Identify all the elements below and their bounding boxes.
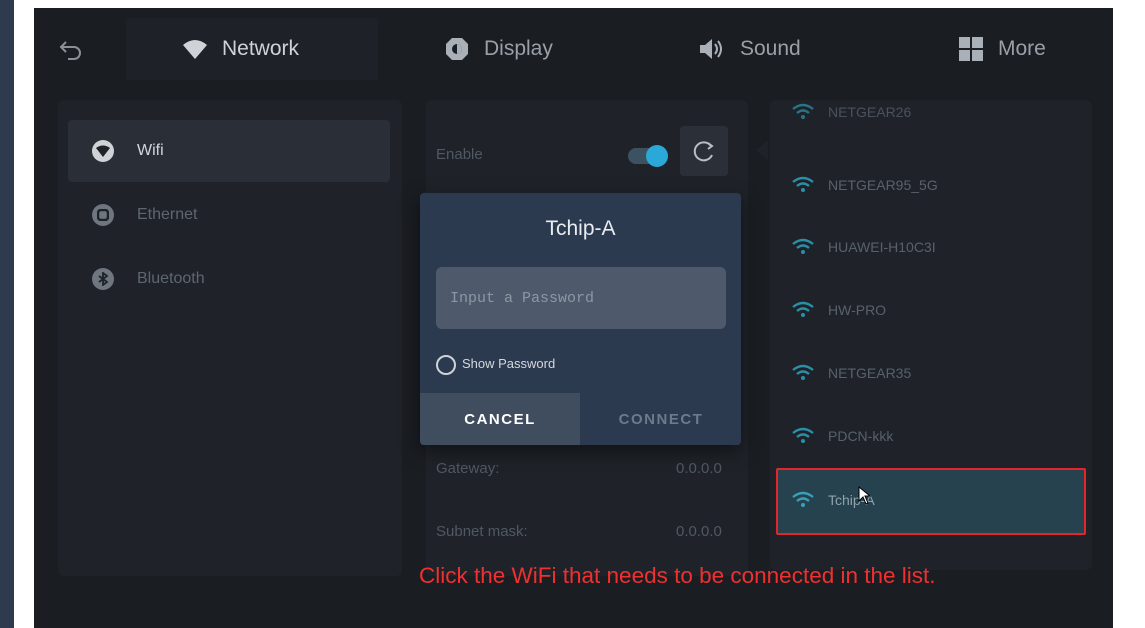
- connect-button[interactable]: CONNECT: [581, 393, 741, 445]
- wifi-ssid: NETGEAR35: [828, 365, 912, 381]
- wifi-list-item[interactable]: NETGEAR26: [774, 92, 1094, 132]
- grid-icon: [959, 37, 983, 61]
- wifi-ssid: PDCN-kkk: [828, 428, 894, 444]
- toggle-knob: [646, 145, 668, 167]
- wifi-ssid: NETGEAR26: [828, 104, 912, 120]
- tab-sound[interactable]: Sound: [696, 18, 801, 80]
- wifi-list-item[interactable]: PDCN-kkk: [774, 405, 1094, 467]
- speaker-icon: [700, 39, 722, 59]
- left-edge-strip: [0, 0, 14, 628]
- wifi-icon: [183, 40, 207, 59]
- tab-display[interactable]: Display: [444, 18, 553, 80]
- back-arrow-icon: [59, 41, 81, 60]
- top-tab-bar: Network Display Sound More: [34, 8, 1113, 88]
- tab-network[interactable]: Network: [126, 18, 378, 80]
- wifi-ssid: HW-PRO: [828, 302, 887, 318]
- subnet-mask-label: Subnet mask:: [436, 523, 528, 540]
- enable-label: Enable: [436, 146, 483, 163]
- wifi-list-item-selected[interactable]: Tchip-A: [774, 469, 1094, 531]
- enable-toggle[interactable]: [628, 145, 668, 167]
- wifi-signal-icon: [792, 238, 814, 254]
- sidebar-item-bluetooth[interactable]: Bluetooth: [68, 248, 390, 310]
- instruction-caption: Click the WiFi that needs to be connecte…: [419, 563, 936, 588]
- wifi-ssid: HUAWEI-H10C3I: [828, 239, 936, 255]
- bluetooth-icon: [92, 268, 114, 290]
- wifi-list-item[interactable]: NETGEAR35: [774, 342, 1094, 404]
- wifi-signal-icon: [792, 491, 814, 507]
- wifi-ssid: NETGEAR95_5G: [828, 177, 938, 193]
- wifi-signal-icon: [792, 176, 814, 192]
- sidebar-item-label: Bluetooth: [137, 270, 205, 287]
- dialog-title: Tchip-A: [545, 217, 616, 240]
- password-dialog: Tchip-A Show Password CANCEL CONNECT: [420, 193, 741, 445]
- mouse-cursor-icon: [858, 486, 872, 505]
- wifi-signal-icon: [792, 103, 814, 119]
- tab-network-label: Network: [222, 37, 300, 60]
- wifi-signal-icon: [792, 301, 814, 317]
- sidebar-item-label: Ethernet: [137, 206, 198, 223]
- wifi-list-item[interactable]: HUAWEI-H10C3I: [774, 216, 1094, 278]
- show-password-label: Show Password: [462, 356, 556, 371]
- password-input[interactable]: [436, 267, 726, 329]
- panel-pointer-icon: [756, 140, 768, 160]
- sidebar-item-ethernet[interactable]: Ethernet: [68, 184, 390, 246]
- tab-more[interactable]: More: [958, 18, 1046, 80]
- display-gear-icon: [446, 38, 468, 60]
- ethernet-icon: [92, 204, 114, 226]
- wifi-signal-icon: [792, 427, 814, 443]
- cancel-button[interactable]: CANCEL: [420, 393, 580, 445]
- tv-settings-screen: Network Display Sound More Wifi Ethernet…: [34, 8, 1113, 628]
- wifi-list-item[interactable]: HW-PRO: [774, 279, 1094, 341]
- back-button[interactable]: [52, 32, 92, 64]
- tab-more-label: More: [998, 37, 1046, 60]
- gateway-label: Gateway:: [436, 460, 500, 477]
- tab-sound-label: Sound: [740, 37, 801, 60]
- show-password-radio[interactable]: [436, 355, 456, 375]
- wifi-signal-icon: [792, 364, 814, 380]
- wifi-list-item[interactable]: NETGEAR95_5G: [774, 154, 1094, 216]
- sidebar-item-wifi[interactable]: Wifi: [68, 120, 390, 182]
- tab-display-label: Display: [484, 37, 553, 60]
- network-type-sidebar: Wifi Ethernet Bluetooth: [58, 100, 402, 576]
- sidebar-item-label: Wifi: [137, 142, 164, 159]
- wifi-circle-icon: [92, 140, 114, 162]
- refresh-icon: [693, 141, 714, 162]
- refresh-button[interactable]: [680, 126, 728, 176]
- subnet-mask-value: 0.0.0.0: [676, 523, 722, 540]
- gateway-value: 0.0.0.0: [676, 460, 722, 477]
